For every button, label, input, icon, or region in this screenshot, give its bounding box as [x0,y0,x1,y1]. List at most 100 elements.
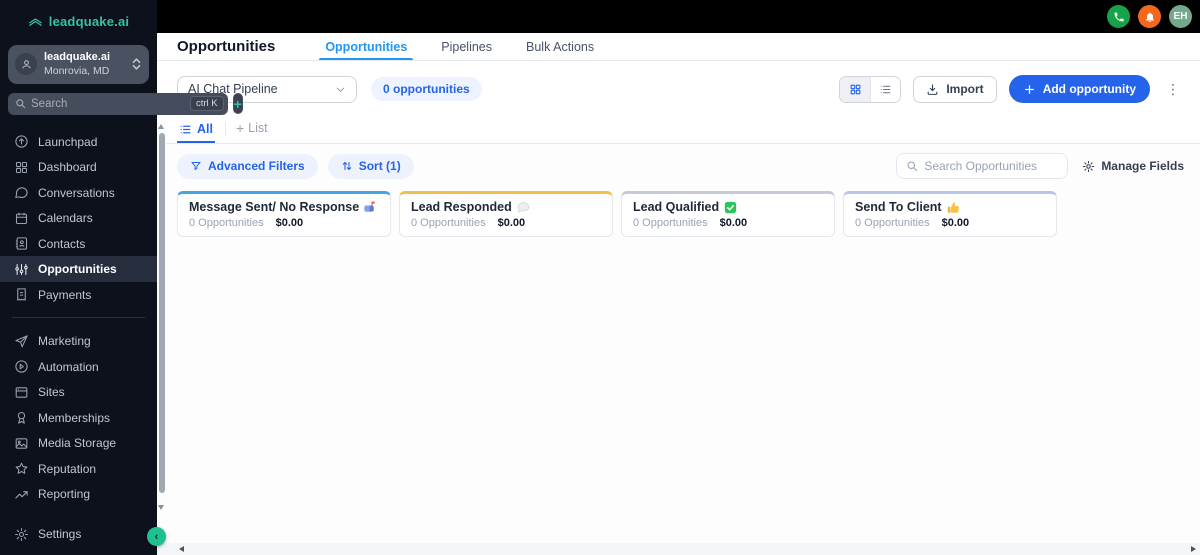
phone-button[interactable] [1107,5,1130,28]
toolbar: AI Chat Pipeline 0 opportunities Import [157,61,1200,117]
sidebar-divider [12,317,145,319]
sort-button[interactable]: Sort (1) [327,153,414,179]
view-tab-all[interactable]: All [177,122,215,143]
automation-icon [14,359,29,374]
sidebar-item-dashboard[interactable]: Dashboard [0,154,157,180]
list-view-button[interactable] [870,76,901,102]
plus-icon [1023,83,1036,96]
payments-icon [14,287,29,302]
sort-arrows-icon [341,160,353,172]
search-opportunities-input[interactable] [924,159,1059,173]
search-shortcut-badge: ctrl K [190,96,224,112]
import-button[interactable]: Import [913,75,997,103]
quick-add-button[interactable]: + [232,93,243,115]
tab-bulk-actions[interactable]: Bulk Actions [526,33,594,60]
view-tabs-row: All + List [157,117,1200,144]
brand-logo: leadquake.ai [0,0,157,39]
search-icon [906,160,918,172]
sidebar-item-sites[interactable]: Sites [0,379,157,405]
marketing-icon [14,334,29,349]
sidebar-item-reputation[interactable]: Reputation [0,456,157,482]
view-toggle [839,75,902,103]
tab-pipelines[interactable]: Pipelines [441,33,492,60]
column-count: 0 Opportunities [411,217,486,229]
page-header: Opportunities Opportunities Pipelines Bu… [157,33,1200,61]
grid-view-button[interactable] [840,76,871,102]
column-value: $0.00 [719,217,748,229]
kanban-column-lead-qualified: Lead Qualified 0 Opportunities $0.00 [621,191,835,237]
chevron-up-down-icon [131,57,142,71]
sidebar-item-settings[interactable]: Settings [0,522,157,548]
scroll-left-arrow-icon[interactable] [179,546,184,552]
account-avatar-icon [15,53,37,76]
phone-icon [1113,11,1125,23]
speech-bubble-icon [517,201,530,214]
horizontal-scrollbar[interactable] [157,543,1200,555]
account-switcher[interactable]: leadquake.ai Monrovia, MD [8,45,149,84]
reputation-icon [14,461,29,476]
vertical-scrollbar[interactable] [157,121,166,513]
sidebar-nav: Launchpad Dashboard Conversations Calend… [0,129,157,507]
filter-row: Advanced Filters Sort (1) Manage Fields [157,144,1200,188]
column-count: 0 Opportunities [855,217,930,229]
brand-logo-text: leadquake.ai [48,14,130,29]
column-header[interactable]: Message Sent/ No Response 0 Opportunitie… [177,191,391,237]
sidebar-item-launchpad[interactable]: Launchpad [0,129,157,155]
conversations-icon [14,185,29,200]
brand-logo-icon [28,14,43,29]
contacts-icon [14,236,29,251]
account-location: Monrovia, MD [44,64,110,77]
search-opportunities[interactable] [896,153,1069,179]
sidebar-item-opportunities[interactable]: Opportunities [0,256,157,282]
sidebar-item-reporting[interactable]: Reporting [0,481,157,507]
sidebar-item-contacts[interactable]: Contacts [0,231,157,257]
sidebar-item-marketing[interactable]: Marketing [0,328,157,354]
add-opportunity-button[interactable]: Add opportunity [1008,75,1150,103]
add-list-view-button[interactable]: + List [236,120,268,143]
user-avatar[interactable]: EH [1169,5,1192,28]
column-value: $0.00 [497,217,526,229]
scroll-down-arrow-icon[interactable] [158,505,164,510]
notifications-button[interactable] [1138,5,1161,28]
sidebar-item-payments[interactable]: Payments [0,282,157,308]
sidebar-collapse-button[interactable]: ‹ [147,527,166,546]
column-header[interactable]: Send To Client 0 Opportunities $0.00 [843,191,1057,237]
tab-opportunities[interactable]: Opportunities [319,33,414,60]
dashboard-icon [14,160,29,175]
calendar-icon [14,211,29,226]
plus-icon: + [235,120,245,136]
import-download-icon [926,83,939,96]
sidebar-item-media-storage[interactable]: Media Storage [0,430,157,456]
page-title: Opportunities [177,38,276,55]
sidebar-item-memberships[interactable]: Memberships [0,405,157,431]
filter-funnel-icon [190,160,202,172]
kanban-column-message-sent: Message Sent/ No Response 0 Opportunitie… [177,191,391,237]
sidebar: leadquake.ai leadquake.ai Monrovia, MD c… [0,0,243,555]
green-check-icon [724,201,737,214]
vertical-scrollbar-thumb[interactable] [158,133,165,493]
column-value: $0.00 [275,217,304,229]
main-content: Opportunities Opportunities Pipelines Bu… [157,33,1200,555]
advanced-filters-button[interactable]: Advanced Filters [177,153,318,179]
scroll-right-arrow-icon[interactable] [1191,546,1196,552]
kanban-column-lead-responded: Lead Responded 0 Opportunities $0.00 [399,191,613,237]
bell-icon [1144,11,1156,23]
sidebar-search-input[interactable] [31,97,185,110]
reporting-icon [14,487,29,502]
column-header[interactable]: Lead Responded 0 Opportunities $0.00 [399,191,613,237]
sidebar-item-conversations[interactable]: Conversations [0,180,157,206]
column-value: $0.00 [941,217,970,229]
more-options-button[interactable]: ⋮ [1162,80,1184,98]
launchpad-icon [14,134,29,149]
sidebar-item-automation[interactable]: Automation [0,354,157,380]
header-tabs: Opportunities Pipelines Bulk Actions [319,33,594,60]
scroll-up-arrow-icon[interactable] [158,124,164,129]
column-header[interactable]: Lead Qualified 0 Opportunities $0.00 [621,191,835,237]
sidebar-search[interactable]: ctrl K [8,92,228,115]
sidebar-item-calendars[interactable]: Calendars [0,205,157,231]
media-storage-icon [14,436,29,451]
chevron-down-icon [335,84,346,95]
grid-view-icon [849,83,862,96]
manage-fields-button[interactable]: Manage Fields [1082,159,1184,173]
thumbs-up-icon [947,201,960,214]
